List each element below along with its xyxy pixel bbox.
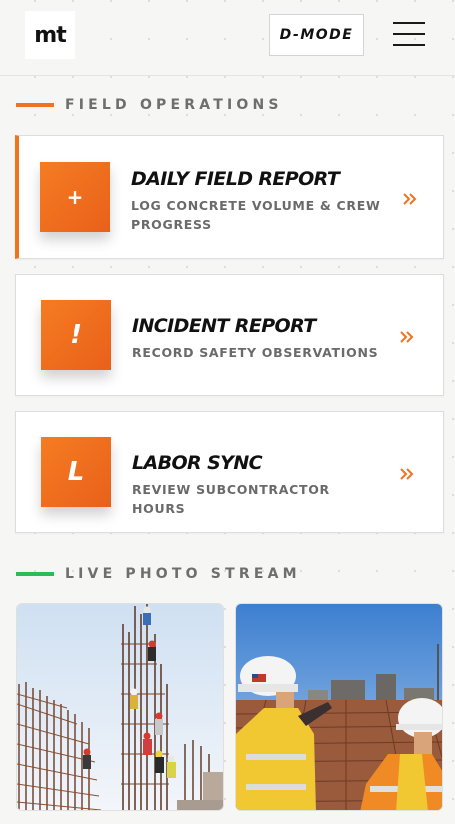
card-subtitle: REVIEW SUBCONTRACTOR HOURS	[132, 482, 330, 516]
plus-icon: +	[40, 162, 110, 232]
section-title: LIVE PHOTO STREAM	[65, 566, 301, 582]
labor-l-icon: L	[41, 437, 111, 507]
app-header: mt D-MODE	[0, 0, 455, 76]
d-mode-button[interactable]: D-MODE	[269, 14, 364, 56]
card-incident-report[interactable]: ! INCIDENT REPORT RECORD SAFETY OBSERVAT…	[15, 274, 444, 396]
section-accent-bar	[16, 572, 54, 576]
double-chevron-right-icon	[400, 468, 414, 480]
hamburger-menu-icon[interactable]	[393, 22, 425, 46]
photo-site-engineers[interactable]	[235, 603, 443, 811]
photo-rebar-workers[interactable]	[16, 603, 224, 811]
double-chevron-right-icon	[403, 193, 417, 205]
app-logo[interactable]: mt	[25, 11, 75, 59]
exclamation-icon: !	[41, 300, 111, 370]
section-accent-bar	[16, 103, 54, 107]
card-labor-sync[interactable]: L LABOR SYNC REVIEW SUBCONTRACTOR HOURS	[15, 411, 444, 533]
section-header-live-photo-stream: LIVE PHOTO STREAM	[16, 564, 301, 584]
card-title: INCIDENT REPORT	[132, 315, 316, 337]
double-chevron-right-icon	[400, 331, 414, 343]
card-subtitle: RECORD SAFETY OBSERVATIONS	[132, 345, 379, 360]
card-daily-field-report[interactable]: + DAILY FIELD REPORT LOG CONCRETE VOLUME…	[15, 135, 444, 259]
card-title: LABOR SYNC	[132, 452, 263, 474]
card-subtitle: LOG CONCRETE VOLUME & CREW PROGRESS	[131, 198, 381, 232]
section-header-field-operations: FIELD OPERATIONS	[16, 95, 283, 115]
card-title: DAILY FIELD REPORT	[131, 168, 340, 190]
section-title: FIELD OPERATIONS	[65, 97, 283, 113]
